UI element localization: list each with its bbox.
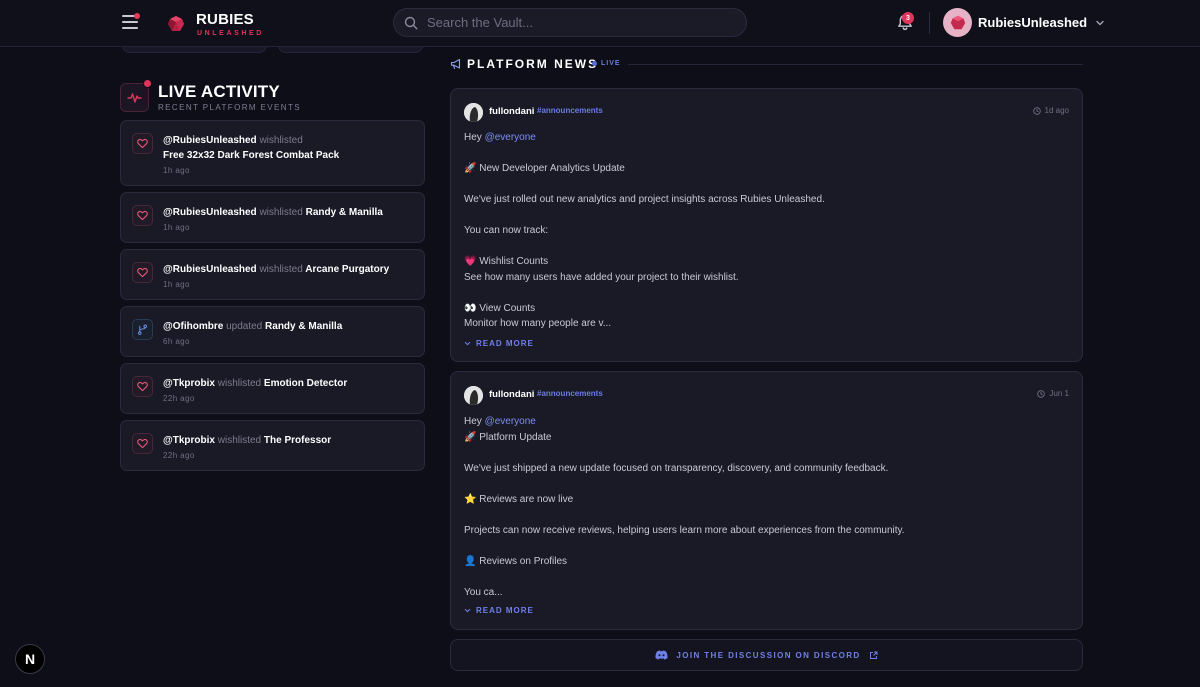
header-divider <box>929 12 930 34</box>
activity-target[interactable]: Randy & Manilla <box>265 321 342 332</box>
post-body: Hey @everyone 🚀 New Developer Analytics … <box>464 132 825 329</box>
clock-icon <box>1032 106 1041 115</box>
activity-time: 1h ago <box>163 223 190 232</box>
user-menu[interactable]: RubiesUnleashed <box>943 8 1105 37</box>
live-indicator-dot <box>143 79 152 88</box>
mention-everyone[interactable]: @everyone <box>485 416 536 427</box>
activity-target[interactable]: Free 32x32 Dark Forest Combat Pack <box>163 150 339 161</box>
activity-time: 1h ago <box>163 166 190 175</box>
post-date: 1d ago <box>1032 106 1069 115</box>
activity-item[interactable]: @Tkprobix wishlisted Emotion Detector 22… <box>120 363 425 414</box>
brand-logo[interactable]: RUBIES UNLEASHED <box>166 10 264 38</box>
activity-target[interactable]: Arcane Purgatory <box>305 264 389 275</box>
ruby-gem-icon <box>168 16 184 31</box>
activity-item[interactable]: @RubiesUnleashed wishlisted Free 32x32 D… <box>120 120 425 186</box>
live-dot <box>592 61 597 66</box>
megaphone-icon <box>450 58 461 70</box>
activity-user[interactable]: @Tkprobix <box>163 435 215 446</box>
ruby-avatar-icon <box>950 15 965 29</box>
section-divider <box>628 64 1083 65</box>
post-body: Hey @everyone 🚀 Platform Update We've ju… <box>464 416 905 598</box>
activity-time: 1h ago <box>163 280 190 289</box>
activity-user[interactable]: @Tkprobix <box>163 378 215 389</box>
avatar[interactable] <box>464 386 483 405</box>
notification-badge: 3 <box>902 12 914 24</box>
activity-time: 6h ago <box>163 337 190 346</box>
activity-verb: wishlisted <box>259 135 303 146</box>
activity-item[interactable]: @RubiesUnleashed wishlisted Arcane Purga… <box>120 249 425 300</box>
chevron-down-icon <box>464 341 471 346</box>
chevron-down-icon <box>1096 20 1104 25</box>
mention-everyone[interactable]: @everyone <box>485 132 536 143</box>
activity-user[interactable]: @RubiesUnleashed <box>163 264 257 275</box>
platform-news-title: PLATFORM NEWS <box>467 57 599 71</box>
clock-icon <box>1037 389 1046 398</box>
activity-target[interactable]: Emotion Detector <box>264 378 347 389</box>
discord-icon <box>655 650 668 660</box>
nextjs-dev-button[interactable]: N <box>15 644 45 674</box>
git-branch-icon <box>132 319 153 340</box>
activity-user[interactable]: @RubiesUnleashed <box>163 135 257 146</box>
activity-time: 22h ago <box>163 451 195 460</box>
heart-icon <box>132 133 153 154</box>
search-input[interactable] <box>427 15 727 30</box>
activity-item[interactable]: @Tkprobix wishlisted The Professor 22h a… <box>120 420 425 471</box>
avatar <box>943 8 972 37</box>
post-author[interactable]: fullondani <box>489 389 534 400</box>
activity-user[interactable]: @RubiesUnleashed <box>163 207 257 218</box>
activity-verb: wishlisted <box>259 207 303 218</box>
activity-verb: wishlisted <box>259 264 303 275</box>
news-post: fullondani #announcements 1d ago Hey @ev… <box>450 88 1083 362</box>
discord-link-button[interactable]: JOIN THE DISCUSSION ON DISCORD <box>450 639 1083 671</box>
search-icon <box>404 16 418 30</box>
brand-subtitle: UNLEASHED <box>197 29 264 37</box>
read-more-button[interactable]: READ MORE <box>464 606 534 615</box>
post-author[interactable]: fullondani <box>489 106 534 117</box>
live-label: LIVE <box>601 60 621 67</box>
menu-icon[interactable] <box>122 13 140 31</box>
activity-item[interactable]: @Ofihombre updated Randy & Manilla 6h ag… <box>120 306 425 357</box>
chevron-down-icon <box>464 608 471 613</box>
activity-time: 22h ago <box>163 394 195 403</box>
activity-target[interactable]: Randy & Manilla <box>306 207 383 218</box>
activity-target[interactable]: The Professor <box>264 435 331 446</box>
post-date: Jun 1 <box>1037 389 1069 398</box>
avatar[interactable] <box>464 103 483 122</box>
news-post: fullondani #announcements Jun 1 Hey @eve… <box>450 371 1083 630</box>
activity-item[interactable]: @RubiesUnleashed wishlisted Randy & Mani… <box>120 192 425 243</box>
top-header: RUBIES UNLEASHED 3 RubiesUnleashed <box>0 0 1200 47</box>
live-activity-subtitle: RECENT PLATFORM EVENTS <box>158 103 301 112</box>
heart-icon <box>132 376 153 397</box>
heart-icon <box>132 262 153 283</box>
activity-verb: updated <box>226 321 263 332</box>
read-more-button[interactable]: READ MORE <box>464 339 534 348</box>
post-channel[interactable]: #announcements <box>537 389 603 398</box>
external-link-icon <box>869 651 878 659</box>
activity-user[interactable]: @Ofihombre <box>163 321 223 332</box>
post-channel[interactable]: #announcements <box>537 106 603 115</box>
brand-title: RUBIES <box>196 10 254 28</box>
search-bar[interactable] <box>393 8 747 37</box>
username: RubiesUnleashed <box>978 15 1088 30</box>
activity-verb: wishlisted <box>217 378 262 389</box>
heart-icon <box>132 433 153 454</box>
live-activity-title: LIVE ACTIVITY <box>158 82 280 101</box>
discord-label: JOIN THE DISCUSSION ON DISCORD <box>676 650 861 660</box>
activity-verb: wishlisted <box>217 435 262 446</box>
heart-icon <box>132 205 153 226</box>
